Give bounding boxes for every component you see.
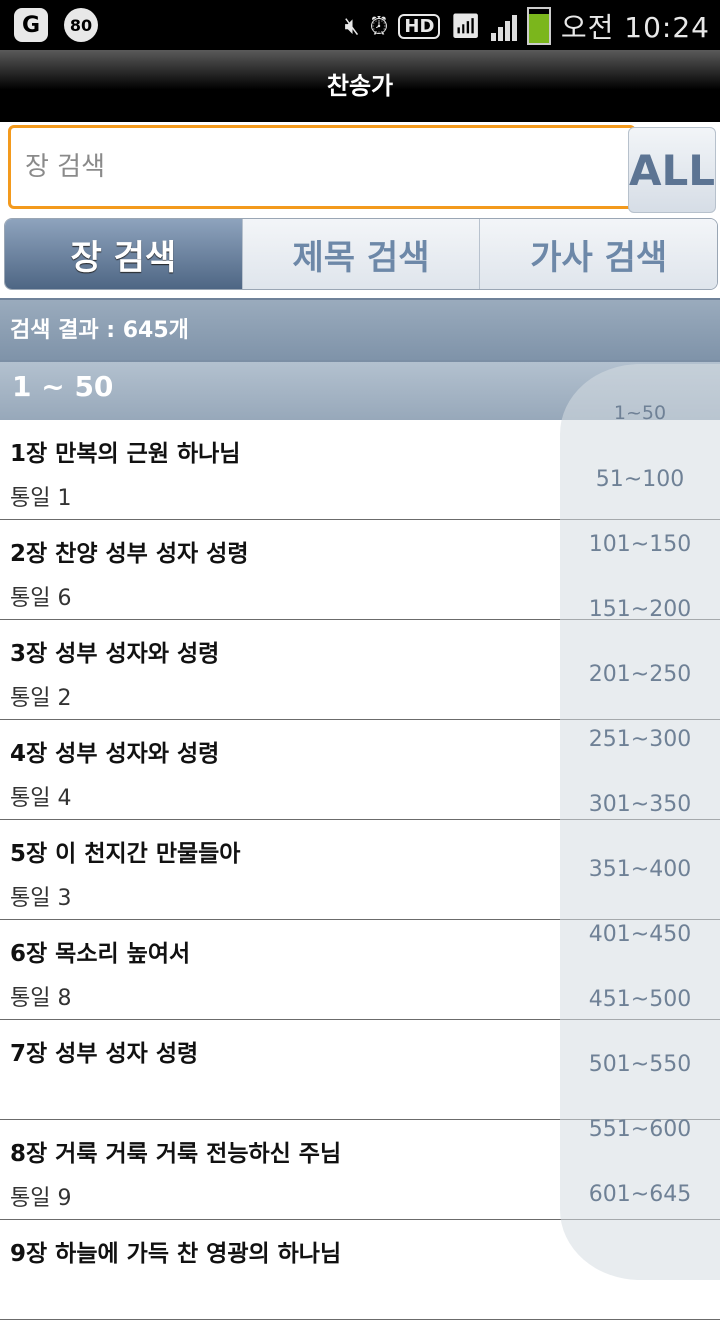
index-item[interactable]: 201~250: [560, 662, 720, 687]
hymn-title: 9장 하늘에 가득 찬 영광의 하나님: [10, 1241, 342, 1267]
hymn-title: 8장 거룩 거룩 거룩 전능하신 주님: [10, 1141, 342, 1167]
tab-number-search[interactable]: 장 검색: [5, 219, 242, 289]
hymn-unified-number: 통일 1: [10, 486, 72, 511]
hymn-title: 3장 성부 성자와 성령: [10, 641, 220, 667]
index-item[interactable]: 51~100: [560, 467, 720, 492]
notification-badge-icon: 80: [64, 8, 98, 42]
index-item[interactable]: 101~150: [560, 532, 720, 557]
hd-voice-icon: HD: [398, 13, 441, 39]
hymn-unified-number: 통일 8: [10, 986, 72, 1011]
status-bar: G 80 🔇︎ ⏰︎ HD 📶︎ 오전 10:24: [0, 0, 720, 50]
hymn-title: 5장 이 천지간 만물들아: [10, 841, 241, 867]
hymn-title: 2장 찬양 성부 성자 성령: [10, 541, 249, 567]
result-count-bar: 검색 결과 : 645개: [0, 298, 720, 360]
app-title: 찬송가: [326, 72, 394, 100]
clock: 오전 10:24: [560, 11, 710, 44]
tab-lyrics-search[interactable]: 가사 검색: [479, 219, 717, 289]
tab-title-search[interactable]: 제목 검색: [241, 219, 480, 289]
hymn-title: 6장 목소리 높여서: [10, 941, 191, 967]
section-range-label: 1 ~ 50: [12, 370, 114, 403]
index-item[interactable]: 301~350: [560, 792, 720, 817]
hymn-title: 7장 성부 성자 성령: [10, 1041, 199, 1067]
all-button[interactable]: ALL: [628, 127, 716, 213]
app-title-bar: 찬송가: [0, 50, 720, 122]
hymn-title: 1장 만복의 근원 하나님: [10, 441, 241, 467]
hymn-unified-number: 통일 9: [10, 1186, 72, 1211]
fast-scroll-index[interactable]: 1~50 51~100 101~150 151~200 201~250 251~…: [560, 364, 720, 1280]
index-item[interactable]: 351~400: [560, 857, 720, 882]
hymn-unified-number: 통일 2: [10, 686, 72, 711]
hymn-unified-number: 통일 6: [10, 586, 72, 611]
index-item[interactable]: 451~500: [560, 987, 720, 1012]
wifi-icon: 📶︎: [450, 12, 481, 40]
index-item[interactable]: 1~50: [560, 402, 720, 424]
notification-app-icon: G: [14, 8, 48, 42]
result-count-text: 검색 결과 : 645개: [10, 318, 189, 343]
search-mode-tabs: 장 검색 제목 검색 가사 검색: [4, 218, 718, 290]
index-item[interactable]: 551~600: [560, 1117, 720, 1142]
hymn-title: 4장 성부 성자와 성령: [10, 741, 220, 767]
index-item[interactable]: 151~200: [560, 597, 720, 622]
signal-strength-icon: [490, 11, 517, 41]
hymn-unified-number: 통일 4: [10, 786, 72, 811]
index-item[interactable]: 601~645: [560, 1182, 720, 1207]
mute-icon: 🔇︎: [344, 12, 360, 40]
index-item[interactable]: 251~300: [560, 727, 720, 752]
hymn-search-input[interactable]: [8, 125, 636, 209]
alarm-icon: ⏰︎: [369, 12, 389, 40]
hymn-unified-number: 통일 3: [10, 886, 72, 911]
index-item[interactable]: 501~550: [560, 1052, 720, 1077]
index-item[interactable]: 401~450: [560, 922, 720, 947]
battery-icon: [526, 7, 551, 45]
